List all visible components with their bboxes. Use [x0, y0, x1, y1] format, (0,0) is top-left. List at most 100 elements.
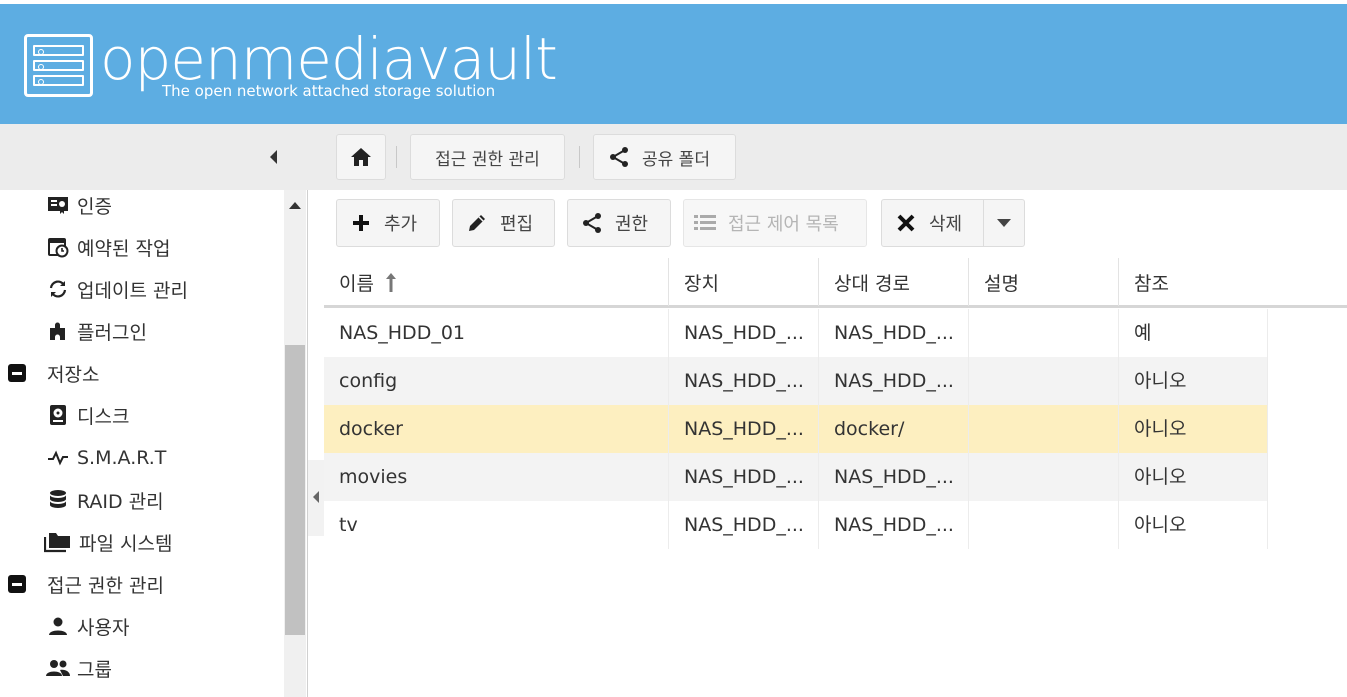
pencil-icon: [466, 212, 488, 234]
sidebar-item-raid[interactable]: RAID 관리: [46, 485, 164, 515]
cell-name: NAS_HDD_01: [324, 309, 669, 357]
table-row[interactable]: tv NAS_HDD_... NAS_HDD_... 아니오: [324, 501, 1268, 549]
cell-referenced: 아니오: [1119, 357, 1268, 405]
sidebar-item-label: S.M.A.R.T: [77, 447, 167, 469]
cell-description: [969, 501, 1119, 549]
sidebar-scroll-thumb[interactable]: [285, 345, 305, 635]
breadcrumb-shared-folders[interactable]: 공유 폴더: [593, 134, 736, 180]
sidebar-item-groups[interactable]: 그룹: [46, 653, 112, 683]
cell-relative-path: NAS_HDD_...: [819, 501, 969, 549]
breadcrumb-shared-folders-label: 공유 폴더: [642, 149, 710, 170]
database-icon: [46, 488, 70, 512]
close-icon: [895, 212, 917, 234]
edit-button[interactable]: 편집: [452, 199, 555, 247]
sidebar-item-label: 사용자: [77, 616, 130, 639]
breadcrumb-access-rights[interactable]: 접근 권한 관리: [410, 134, 565, 180]
column-header-device[interactable]: 장치: [669, 258, 819, 306]
cell-description: [969, 309, 1119, 357]
table-row[interactable]: movies NAS_HDD_... NAS_HDD_... 아니오: [324, 453, 1268, 501]
sidebar-item-users[interactable]: 사용자: [46, 611, 129, 641]
harddisk-icon: [46, 403, 70, 427]
column-header-label: 이름: [339, 272, 374, 295]
permissions-button-label: 권한: [615, 214, 649, 235]
add-button-label: 추가: [384, 214, 418, 235]
folders-icon: [44, 530, 72, 554]
cell-description: [969, 405, 1119, 453]
delete-dropdown-button[interactable]: [983, 199, 1025, 247]
permissions-button[interactable]: 권한: [567, 199, 671, 247]
home-button[interactable]: [336, 134, 386, 180]
cell-description: [969, 357, 1119, 405]
cell-referenced: 아니오: [1119, 453, 1268, 501]
sidebar-group-label: 접근 권한 관리: [47, 574, 164, 597]
pulse-icon: [46, 446, 70, 470]
column-header-name[interactable]: 이름: [324, 258, 669, 306]
sidebar-item-label: 파일 시스템: [79, 532, 173, 555]
plus-icon: [350, 212, 372, 234]
delete-button[interactable]: 삭제: [881, 199, 984, 247]
home-icon: [351, 148, 371, 166]
column-header-label: 설명: [984, 272, 1019, 295]
breadcrumb-access-rights-label: 접근 권한 관리: [435, 149, 540, 170]
cell-referenced: 아니오: [1119, 501, 1268, 549]
collapse-icon: [8, 364, 26, 382]
cell-device: NAS_HDD_...: [669, 501, 819, 549]
cell-device: NAS_HDD_...: [669, 357, 819, 405]
sidebar-item-update-management[interactable]: 업데이트 관리: [46, 274, 188, 304]
sidebar-item-label: 그룹: [77, 658, 112, 681]
column-header-description[interactable]: 설명: [969, 258, 1119, 306]
collapse-icon: [8, 575, 26, 593]
puzzle-icon: [46, 319, 70, 343]
user-icon: [46, 614, 70, 638]
sidebar-group-label: 저장소: [47, 363, 100, 386]
share-icon: [610, 147, 628, 167]
cell-referenced: 아니오: [1119, 405, 1268, 453]
cell-relative-path: NAS_HDD_...: [819, 309, 969, 357]
sidebar-group-storage[interactable]: 저장소: [8, 358, 99, 388]
sort-asc-icon: [385, 273, 396, 292]
column-header-relative-path[interactable]: 상대 경로: [819, 258, 969, 306]
cell-device: NAS_HDD_...: [669, 309, 819, 357]
column-header-label: 참조: [1134, 272, 1169, 295]
app-header: openmediavault The open network attached…: [0, 0, 1347, 124]
sidebar-item-label: 플러그인: [77, 321, 147, 344]
add-button[interactable]: 추가: [336, 199, 440, 247]
sidebar-item-filesystems[interactable]: 파일 시스템: [44, 527, 172, 557]
chevron-down-icon: [997, 219, 1011, 227]
sidebar-item-scheduled-jobs[interactable]: 예약된 작업: [46, 232, 170, 262]
collapse-sidebar-icon[interactable]: [270, 150, 277, 164]
table-row[interactable]: config NAS_HDD_... NAS_HDD_... 아니오: [324, 357, 1268, 405]
table-row[interactable]: NAS_HDD_01 NAS_HDD_... NAS_HDD_... 예: [324, 309, 1268, 357]
cell-name: docker: [324, 405, 669, 453]
column-header-label: 장치: [684, 272, 719, 295]
sidebar-item-certificates[interactable]: 인증: [46, 190, 112, 220]
cell-relative-path: docker/: [819, 405, 969, 453]
column-header-referenced[interactable]: 참조: [1119, 258, 1347, 306]
sidebar-group-access-rights[interactable]: 접근 권한 관리: [8, 569, 164, 599]
calendar-clock-icon: [46, 235, 70, 259]
cell-relative-path: NAS_HDD_...: [819, 357, 969, 405]
scroll-up-icon[interactable]: [289, 202, 301, 209]
sidebar-item-label: 인증: [77, 195, 112, 218]
cell-referenced: 예: [1119, 309, 1268, 357]
list-icon: [694, 212, 716, 234]
sidebar-item-smart[interactable]: S.M.A.R.T: [46, 443, 166, 473]
users-icon: [46, 656, 70, 680]
cell-name: movies: [324, 453, 669, 501]
edit-button-label: 편집: [500, 214, 534, 235]
sidebar-item-label: 업데이트 관리: [77, 279, 188, 302]
delete-button-label: 삭제: [929, 214, 963, 235]
app-subtitle: The open network attached storage soluti…: [162, 82, 496, 100]
sidebar-item-disks[interactable]: 디스크: [46, 400, 129, 430]
omv-logo-icon: [24, 34, 93, 97]
sidebar-item-label: 디스크: [77, 405, 130, 428]
sidebar-item-plugins[interactable]: 플러그인: [46, 316, 147, 346]
acl-button[interactable]: 접근 제어 목록: [683, 199, 867, 247]
acl-button-label: 접근 제어 목록: [728, 214, 839, 235]
share-icon: [581, 212, 603, 234]
cell-name: tv: [324, 501, 669, 549]
splitter-collapse-icon[interactable]: [313, 491, 319, 503]
table-row-selected[interactable]: docker NAS_HDD_... docker/ 아니오: [324, 405, 1268, 453]
cell-device: NAS_HDD_...: [669, 405, 819, 453]
cell-description: [969, 453, 1119, 501]
